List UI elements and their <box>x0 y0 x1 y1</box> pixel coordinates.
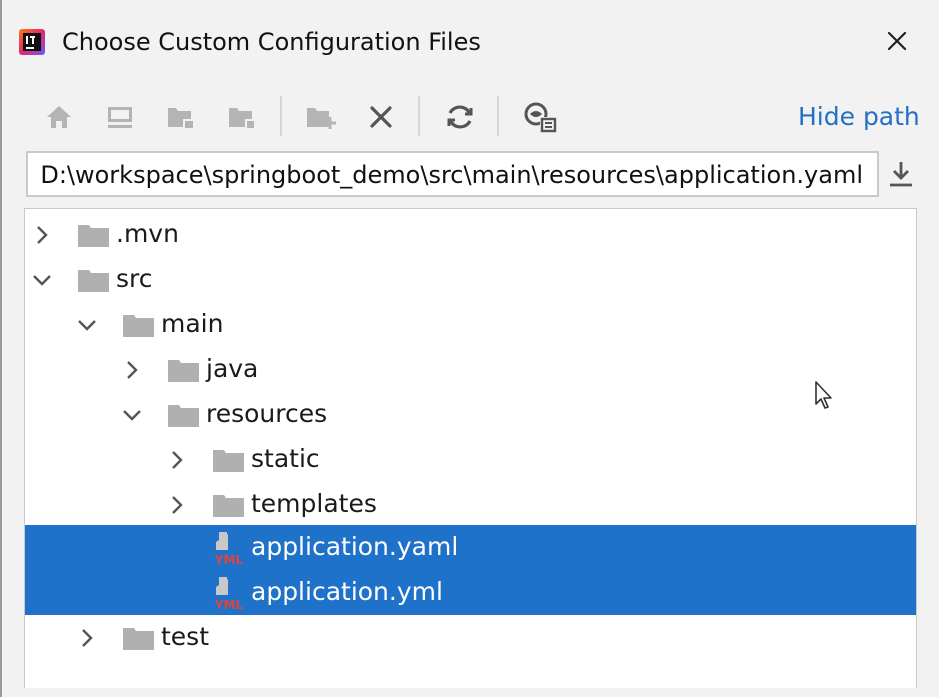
tree-item-label: application.yml <box>251 577 443 606</box>
chevron-right-icon[interactable] <box>120 358 144 382</box>
yml-file-label: YML <box>214 598 244 612</box>
show-hidden-files-icon <box>524 102 557 133</box>
download-icon <box>890 162 912 187</box>
intellij-idea-logo-icon <box>19 29 45 55</box>
tree-item-label: templates <box>251 489 377 518</box>
chevron-right-icon[interactable] <box>165 493 189 517</box>
chevron-right-icon[interactable] <box>75 626 99 650</box>
delete-x-icon <box>370 106 392 128</box>
tree-item-label: .mvn <box>116 219 179 248</box>
tree-row-application-yml[interactable]: YML application.yml <box>25 570 916 615</box>
tree-row-static[interactable]: static <box>25 437 916 482</box>
project-folder-icon <box>168 108 194 129</box>
tree-row-test[interactable]: test <box>25 615 916 660</box>
desktop-button[interactable] <box>100 94 140 140</box>
folder-icon <box>168 405 199 427</box>
tree-item-label: main <box>161 309 224 338</box>
tree-item-label: test <box>161 622 210 651</box>
tree-row-java[interactable]: java <box>25 347 916 392</box>
tree-row-application-yaml[interactable]: YML application.yaml <box>25 525 916 570</box>
folder-icon <box>78 270 109 292</box>
dialog-title: Choose Custom Configuration Files <box>62 28 481 56</box>
toolbar-separator <box>418 96 420 136</box>
toolbar-separator <box>280 96 282 136</box>
tree-item-label: static <box>251 444 320 473</box>
tree-item-label: application.yaml <box>251 532 459 561</box>
folder-icon <box>78 225 109 247</box>
tree-item-label: java <box>206 354 259 383</box>
yaml-file-icon: YML <box>213 577 246 612</box>
show-hidden-button[interactable] <box>520 94 560 140</box>
folder-icon <box>213 450 244 472</box>
home-button[interactable] <box>39 94 79 140</box>
hide-path-link[interactable]: Hide path <box>798 100 920 134</box>
path-input-field[interactable]: D:\workspace\springboot_demo\src\main\re… <box>26 151 879 197</box>
project-folder-button[interactable] <box>161 94 201 140</box>
chevron-right-icon[interactable] <box>165 448 189 472</box>
module-folder-button[interactable] <box>222 94 262 140</box>
download-button[interactable] <box>884 156 918 192</box>
path-input[interactable]: D:\workspace\springboot_demo\src\main\re… <box>28 160 863 190</box>
tree-item-label: src <box>116 264 153 293</box>
home-icon <box>47 106 71 128</box>
toolbar-separator <box>497 96 499 136</box>
new-folder-button[interactable] <box>301 94 341 140</box>
yaml-file-icon: YML <box>213 532 246 567</box>
chevron-down-icon[interactable] <box>120 403 144 427</box>
close-icon <box>887 31 907 51</box>
module-folder-icon <box>229 108 255 129</box>
chevron-down-icon[interactable] <box>75 313 99 337</box>
tree-row-templates[interactable]: templates <box>25 482 916 527</box>
refresh-icon <box>447 105 473 129</box>
folder-icon <box>123 315 154 337</box>
file-tree[interactable]: .mvn src main java resources static temp… <box>24 208 917 688</box>
chevron-down-icon[interactable] <box>30 268 54 292</box>
new-folder-icon <box>307 108 336 129</box>
tree-row-src[interactable]: src <box>25 257 916 302</box>
desktop-icon <box>108 107 132 128</box>
yml-file-label: YML <box>214 553 244 567</box>
delete-button[interactable] <box>361 94 401 140</box>
tree-row-mvn[interactable]: .mvn <box>25 212 916 257</box>
tree-row-resources[interactable]: resources <box>25 392 916 437</box>
mouse-cursor-icon <box>815 381 832 409</box>
tree-item-label: resources <box>206 399 328 428</box>
chevron-right-icon[interactable] <box>30 223 54 247</box>
tree-row-main[interactable]: main <box>25 302 916 347</box>
refresh-button[interactable] <box>440 94 480 140</box>
close-button[interactable] <box>880 24 914 58</box>
folder-icon <box>168 360 199 382</box>
folder-icon <box>213 495 244 517</box>
folder-icon <box>123 628 154 650</box>
title-bar: Choose Custom Configuration Files <box>0 0 939 84</box>
